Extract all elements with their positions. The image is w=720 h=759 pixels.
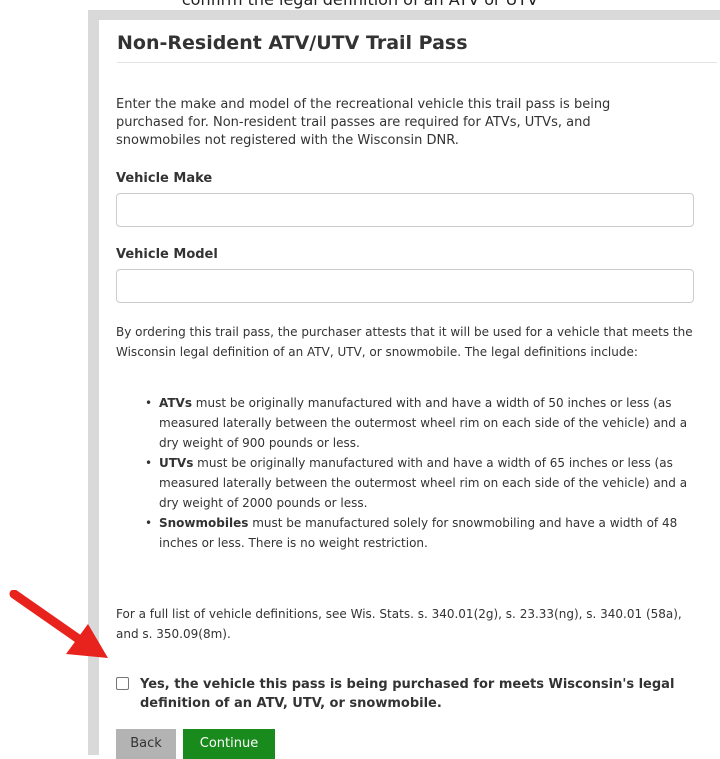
red-arrow-icon (9, 590, 108, 658)
confirm-definition-label[interactable]: Yes, the vehicle this pass is being purc… (140, 675, 700, 713)
top-caption: confirm the legal definition of an ATV o… (0, 0, 720, 9)
definition-term: ATVs (159, 396, 192, 410)
intro-text: Enter the make and model of the recreati… (116, 97, 611, 148)
vehicle-make-label: Vehicle Make (116, 171, 213, 186)
vehicle-model-label: Vehicle Model (116, 247, 218, 262)
definition-term: UTVs (159, 456, 194, 470)
definitions-list: ATVs must be originally manufactured wit… (139, 393, 699, 553)
trail-pass-form: Non-Resident ATV/UTV Trail Pass Enter th… (99, 20, 720, 759)
title-divider (117, 62, 717, 63)
statutes-reference-text: For a full list of vehicle definitions, … (116, 607, 682, 641)
confirm-definition-checkbox[interactable] (116, 677, 129, 690)
vehicle-model-input[interactable] (116, 269, 694, 303)
vehicle-make-input[interactable] (116, 193, 694, 227)
definition-text: must be originally manufactured with and… (159, 456, 688, 510)
list-item: ATVs must be originally manufactured wit… (139, 393, 699, 453)
page-title: Non-Resident ATV/UTV Trail Pass (117, 32, 468, 54)
list-item: Snowmobiles must be manufactured solely … (139, 513, 699, 553)
attestation-text: By ordering this trail pass, the purchas… (116, 325, 693, 359)
definition-text: must be originally manufactured with and… (159, 396, 688, 450)
list-item: UTVs must be originally manufactured wit… (139, 453, 699, 513)
definition-term: Snowmobiles (159, 516, 249, 530)
